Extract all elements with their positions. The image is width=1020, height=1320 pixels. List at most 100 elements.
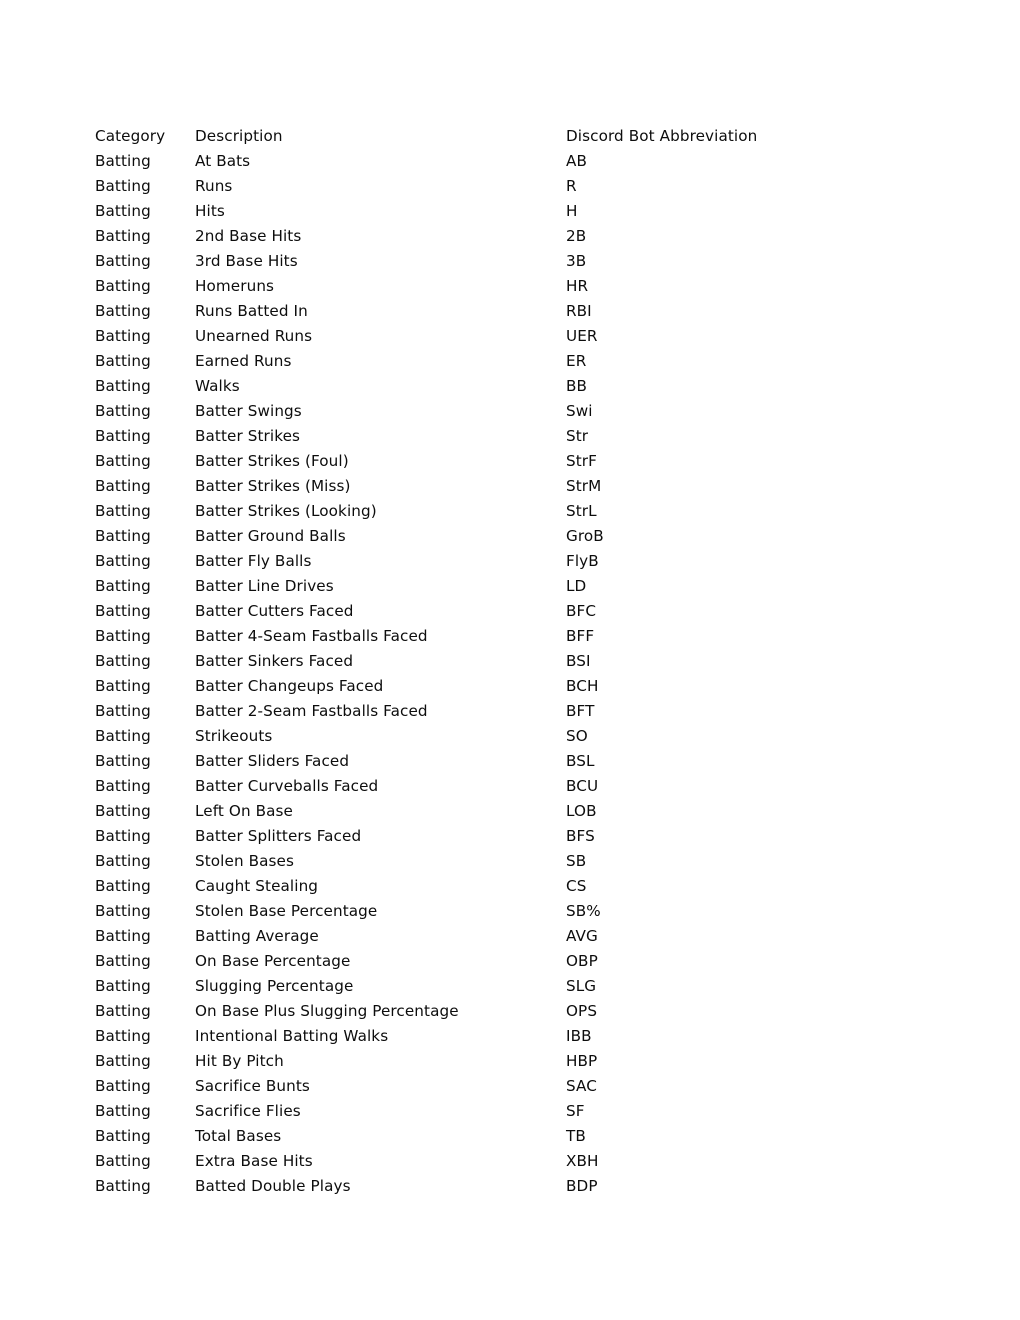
cell-abbreviation: BFC (566, 602, 597, 620)
cell-category: Batting (95, 827, 151, 845)
cell-description: Earned Runs (195, 352, 292, 370)
cell-description: Batting Average (195, 927, 319, 945)
table-row: Batting At Bats AB (95, 149, 915, 174)
cell-category: Batting (95, 502, 151, 520)
cell-abbreviation: R (566, 177, 577, 195)
cell-category: Batting (95, 1177, 151, 1195)
cell-category: Batting (95, 177, 151, 195)
cell-category: Batting (95, 927, 151, 945)
cell-description: On Base Percentage (195, 952, 351, 970)
cell-description: Batter Ground Balls (195, 527, 346, 545)
cell-category: Batting (95, 202, 151, 220)
table-row: Batting Intentional Batting Walks IBB (95, 1024, 915, 1049)
cell-description: Batter Strikes (Miss) (195, 477, 351, 495)
cell-description: On Base Plus Slugging Percentage (195, 1002, 459, 1020)
cell-abbreviation: StrM (566, 477, 602, 495)
cell-description: Batter Curveballs Faced (195, 777, 379, 795)
table-row: Batting Batter Curveballs Faced BCU (95, 774, 915, 799)
cell-description: Batter Swings (195, 402, 302, 420)
cell-description: Stolen Base Percentage (195, 902, 378, 920)
cell-abbreviation: HBP (566, 1052, 598, 1070)
table-row: Batting Stolen Bases SB (95, 849, 915, 874)
table-row: Batting 3rd Base Hits 3B (95, 249, 915, 274)
cell-category: Batting (95, 452, 151, 470)
cell-description: Strikeouts (195, 727, 273, 745)
cell-category: Batting (95, 852, 151, 870)
cell-description: 3rd Base Hits (195, 252, 298, 270)
table-row: Batting Batter Swings Swi (95, 399, 915, 424)
stats-reference-table: Category Description Discord Bot Abbrevi… (95, 124, 915, 1199)
cell-description: Caught Stealing (195, 877, 319, 895)
cell-description: At Bats (195, 152, 251, 170)
cell-description: Batter Changeups Faced (195, 677, 384, 695)
table-row: Batting Batter Splitters Faced BFS (95, 824, 915, 849)
cell-abbreviation: AB (566, 152, 588, 170)
table-row: Batting On Base Plus Slugging Percentage O… (95, 999, 915, 1024)
table-row: Batting 2nd Base Hits 2B (95, 224, 915, 249)
table-row: Batting Batter Fly Balls FlyB (95, 549, 915, 574)
cell-description: Batter Strikes (Foul) (195, 452, 349, 470)
cell-category: Batting (95, 477, 151, 495)
cell-abbreviation: HR (566, 277, 589, 295)
cell-description: Batter 4-Seam Fastballs Faced (195, 627, 428, 645)
cell-abbreviation: RBI (566, 302, 592, 320)
table-row: Batting Walks BB (95, 374, 915, 399)
cell-abbreviation: BSI (566, 652, 591, 670)
cell-abbreviation: BCH (566, 677, 599, 695)
cell-abbreviation: AVG (566, 927, 598, 945)
cell-description: Batter Splitters Faced (195, 827, 362, 845)
cell-abbreviation: BFF (566, 627, 595, 645)
cell-description: Unearned Runs (195, 327, 313, 345)
cell-category: Batting (95, 752, 151, 770)
cell-category: Batting (95, 627, 151, 645)
cell-category: Batting (95, 1027, 151, 1045)
cell-category: Batting (95, 1102, 151, 1120)
cell-abbreviation: LOB (566, 802, 597, 820)
cell-description: Extra Base Hits (195, 1152, 313, 1170)
cell-description: Runs (195, 177, 233, 195)
table-row: Batting On Base Percentage OBP (95, 949, 915, 974)
cell-abbreviation: 3B (566, 252, 587, 270)
table-row: Batting Runs Batted In RBI (95, 299, 915, 324)
table-header: Category Description Discord Bot Abbrevi… (95, 124, 915, 149)
cell-abbreviation: XBH (566, 1152, 599, 1170)
cell-category: Batting (95, 652, 151, 670)
cell-abbreviation: OBP (566, 952, 598, 970)
cell-category: Batting (95, 602, 151, 620)
table-row: Batting Batter 2-Seam Fastballs Faced BFT (95, 699, 915, 724)
cell-description: Homeruns (195, 277, 275, 295)
table-row: Batting Batter Sliders Faced BSL (95, 749, 915, 774)
table-row: Batting Total Bases TB (95, 1124, 915, 1149)
cell-description: Batter Strikes (195, 427, 301, 445)
cell-abbreviation: StrF (566, 452, 597, 470)
cell-description: Batter Fly Balls (195, 552, 312, 570)
cell-category: Batting (95, 402, 151, 420)
cell-abbreviation: TB (566, 1127, 586, 1145)
table-row: Batting Batter Sinkers Faced BSI (95, 649, 915, 674)
cell-category: Batting (95, 677, 151, 695)
cell-description: Batter 2-Seam Fastballs Faced (195, 702, 428, 720)
cell-abbreviation: CS (566, 877, 587, 895)
cell-description: Hit By Pitch (195, 1052, 284, 1070)
cell-description: 2nd Base Hits (195, 227, 302, 245)
cell-abbreviation: BB (566, 377, 588, 395)
cell-description: Batted Double Plays (195, 1177, 351, 1195)
table-row: Batting Unearned Runs UER (95, 324, 915, 349)
cell-category: Batting (95, 777, 151, 795)
cell-description: Slugging Percentage (195, 977, 354, 995)
table-row: Batting Batter Cutters Faced BFC (95, 599, 915, 624)
cell-abbreviation: BCU (566, 777, 599, 795)
cell-abbreviation: SAC (566, 1077, 597, 1095)
cell-category: Batting (95, 527, 151, 545)
cell-abbreviation: OPS (566, 1002, 598, 1020)
cell-description: Walks (195, 377, 240, 395)
table-row: Batting Batter 4-Seam Fastballs Faced BFF (95, 624, 915, 649)
cell-description: Total Bases (195, 1127, 282, 1145)
cell-abbreviation: BFS (566, 827, 595, 845)
cell-category: Batting (95, 1002, 151, 1020)
table-row: Batting Batted Double Plays BDP (95, 1174, 915, 1199)
table-row: Batting Batting Average AVG (95, 924, 915, 949)
table-body: Batting At Bats AB Batting Runs R Batting Hits H… (95, 149, 915, 1199)
document-page: Category Description Discord Bot Abbrevi… (0, 0, 1020, 1320)
table-row: Batting Stolen Base Percentage SB% (95, 899, 915, 924)
